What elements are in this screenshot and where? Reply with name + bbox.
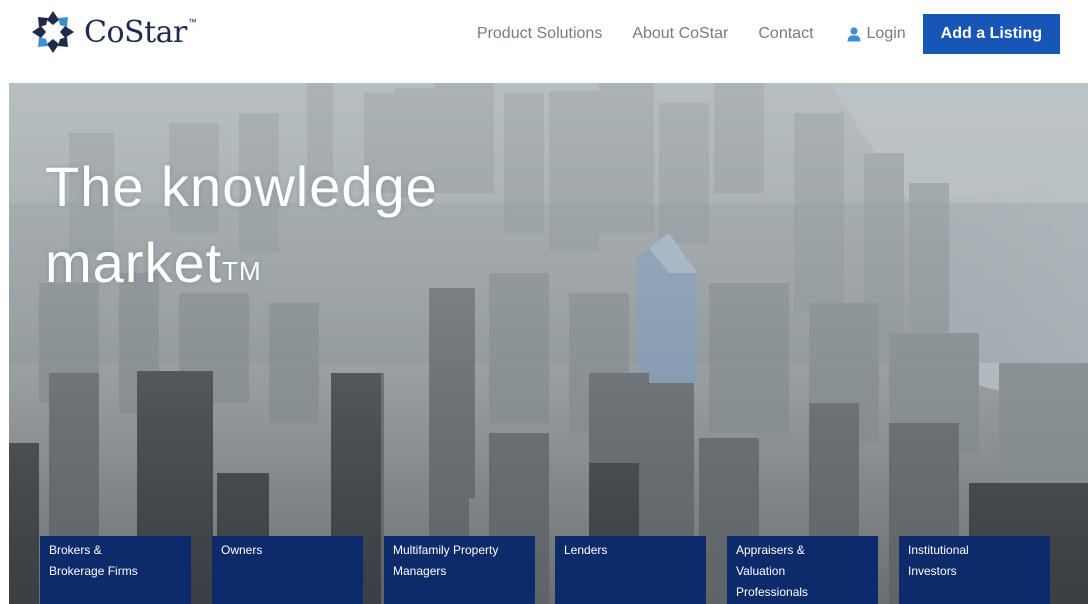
- hero-title-line2: marketTM: [45, 225, 438, 301]
- login-link[interactable]: Login: [846, 25, 906, 43]
- hero-title-word: market: [45, 231, 223, 294]
- hero-title-trademark: TM: [222, 256, 262, 286]
- logo-trademark: ™: [187, 17, 197, 27]
- tile-institutional[interactable]: Institutional Investors: [899, 536, 1050, 604]
- tile-multifamily-line2: Managers: [393, 564, 447, 578]
- main-nav: Product Solutions About CoStar Contact L…: [447, 14, 1060, 54]
- costar-logo[interactable]: CoStar ™: [30, 9, 197, 55]
- costar-star-icon: [32, 11, 74, 53]
- tile-institutional-line2: Investors: [908, 564, 957, 578]
- tile-owners-line1: Owners: [221, 543, 263, 557]
- nav-contact[interactable]: Contact: [758, 25, 813, 43]
- site-header: CoStar ™ Product Solutions About CoStar …: [0, 0, 1088, 82]
- tile-multifamily-line1: Multifamily Property: [393, 543, 499, 557]
- audience-tiles: Brokers & Brokerage Firms Owners Multifa…: [40, 536, 1060, 604]
- logo-wordmark: CoStar: [84, 14, 187, 50]
- tile-institutional-line1: Institutional: [908, 543, 969, 557]
- login-label: Login: [866, 25, 906, 42]
- tile-brokers[interactable]: Brokers & Brokerage Firms: [40, 536, 191, 604]
- nav-about-costar[interactable]: About CoStar: [632, 25, 728, 43]
- tile-appraisers[interactable]: Appraisers & Valuation Professionals: [727, 536, 878, 604]
- hero-title-line1: The knowledge: [45, 155, 438, 218]
- tile-appraisers-line2: Valuation: [736, 564, 786, 578]
- user-icon: [847, 27, 861, 42]
- tile-lenders[interactable]: Lenders: [555, 536, 706, 604]
- tile-lenders-line1: Lenders: [564, 543, 608, 557]
- nav-product-solutions[interactable]: Product Solutions: [477, 25, 602, 43]
- add-listing-button[interactable]: Add a Listing: [922, 14, 1060, 54]
- tile-brokers-line1: Brokers &: [49, 543, 102, 557]
- hero-title: The knowledge marketTM: [45, 149, 438, 301]
- tile-multifamily[interactable]: Multifamily Property Managers: [384, 536, 535, 604]
- tile-brokers-line2: Brokerage Firms: [49, 564, 138, 578]
- tile-appraisers-line1: Appraisers &: [736, 543, 805, 557]
- hero-banner: The knowledge marketTM Brokers & Brokera…: [9, 83, 1088, 604]
- tile-appraisers-line3: Professionals: [736, 585, 809, 599]
- tile-owners[interactable]: Owners: [212, 536, 363, 604]
